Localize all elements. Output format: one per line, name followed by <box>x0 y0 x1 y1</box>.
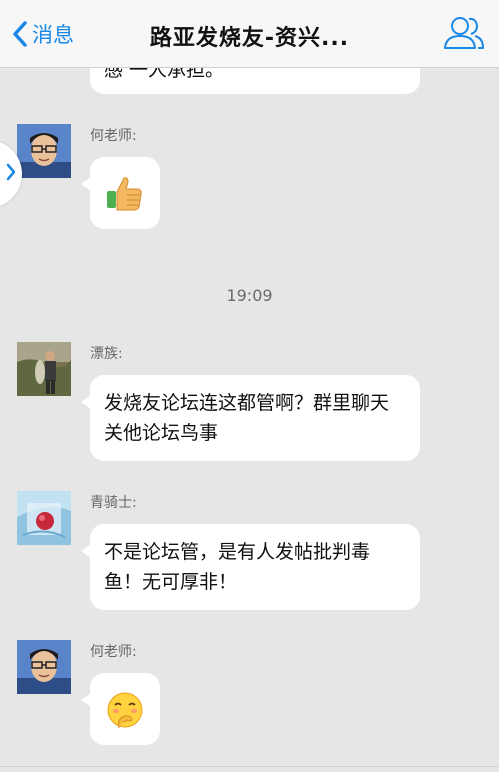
sender-name: 青骑士: <box>90 495 137 511</box>
message-text: 不是论坛管，是有人发帖批判毒鱼！无可厚非！ <box>104 541 371 593</box>
sender-name: 何老师: <box>90 128 137 144</box>
sender-avatar[interactable] <box>17 491 71 545</box>
page-title: 路亚发烧友-资兴... <box>149 26 350 51</box>
message-bubble[interactable]: 发烧友论坛连这都管啊？群里聊天关他论坛鸟事 <box>81 375 420 461</box>
sender-avatar[interactable] <box>17 124 71 178</box>
message-timestamp: 19:09 <box>226 286 273 305</box>
group-members-button[interactable] <box>443 14 485 56</box>
bottom-divider <box>0 766 499 767</box>
group-members-icon <box>443 17 485 56</box>
message-text: 发烧友论坛连这都管啊？群里聊天关他论坛鸟事 <box>104 392 390 444</box>
sender-name: 何老师: <box>90 644 137 660</box>
navigation-bar: 消息 路亚发烧友-资兴... <box>0 0 499 68</box>
chevron-right-icon <box>6 163 16 185</box>
message-bubble[interactable]: 不是论坛管，是有人发帖批判毒鱼！无可厚非！ <box>81 524 420 610</box>
chat-area[interactable]: 感 一人承担。 何老师: 19:09 漂族: 发烧友论坛连这都管啊？群里聊天关他… <box>0 0 499 772</box>
sender-avatar[interactable] <box>17 342 71 396</box>
sender-avatar[interactable] <box>17 640 71 694</box>
thumbs-up-emoji <box>105 174 145 214</box>
sender-name: 漂族: <box>90 346 123 362</box>
message-bubble[interactable] <box>81 157 160 229</box>
shy-face-emoji <box>105 690 145 730</box>
message-bubble[interactable] <box>81 673 160 745</box>
